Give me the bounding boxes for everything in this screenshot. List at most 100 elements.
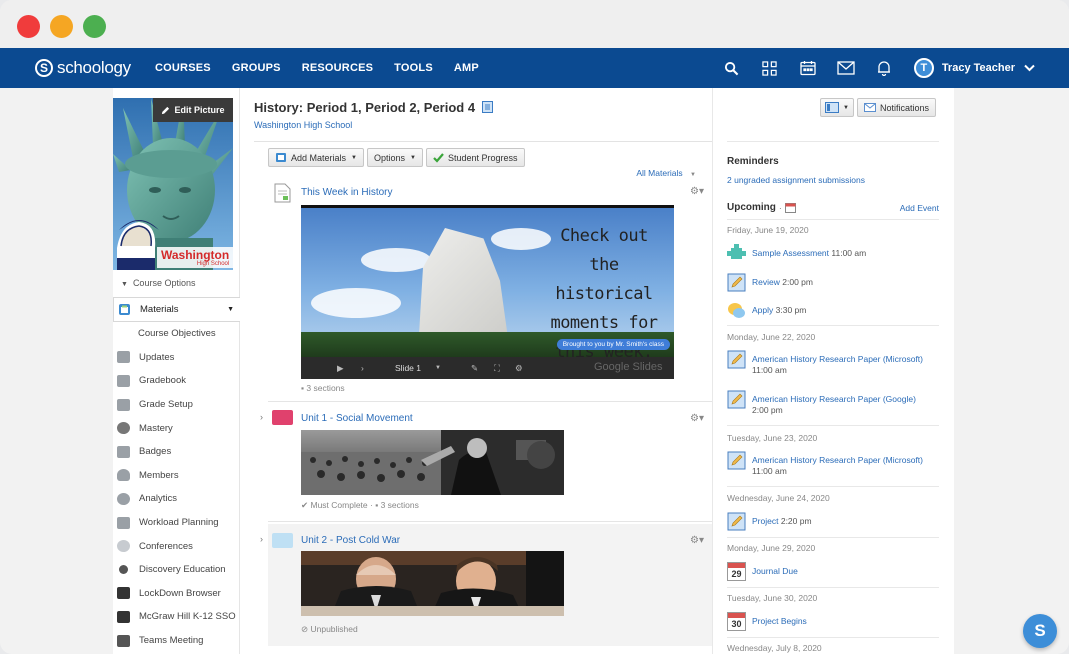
app-window: S schoology COURSES GROUPS RESOURCES TOO… <box>0 0 1069 654</box>
folder-title[interactable]: Unit 1 - Social Movement <box>301 413 413 424</box>
caret-down-icon: ▼ <box>843 104 849 111</box>
materials-area: History: Period 1, Period 2, Period 4 Wa… <box>254 88 712 654</box>
event-time: 11:00 am <box>831 248 867 258</box>
sections-count: 3 sections <box>380 500 419 510</box>
reminders-section: Reminders 2 ungraded assignment submissi… <box>727 156 939 185</box>
all-materials-label: All Materials <box>636 168 683 178</box>
play-icon[interactable]: ▶ <box>337 363 344 374</box>
menu-item-members[interactable]: Members <box>113 464 240 488</box>
settings-icon[interactable]: ⚙ <box>515 363 523 374</box>
menu-item-gradebook[interactable]: Gradebook <box>113 369 240 393</box>
menu-item-label: LockDown Browser <box>139 587 221 599</box>
ungraded-submissions-link[interactable]: 2 ungraded assignment submissions <box>727 175 939 185</box>
menu-item-conferences[interactable]: Conferences <box>113 534 240 558</box>
student-progress-button[interactable]: Student Progress <box>425 148 525 167</box>
event-item[interactable]: American History Research Paper (Microso… <box>727 451 923 477</box>
slide-selector[interactable]: Slide 1 <box>395 363 421 373</box>
expand-icon[interactable]: › <box>260 534 263 544</box>
course-options-toggle[interactable]: ▼ Course Options <box>121 278 195 288</box>
date-heading: Friday, June 19, 2020 <box>727 225 809 235</box>
user-menu[interactable]: T Tracy Teacher <box>913 58 1035 78</box>
caret-down-icon: ▼ <box>351 154 357 161</box>
add-event-link[interactable]: Add Event <box>900 203 939 213</box>
expand-icon[interactable]: › <box>260 412 263 422</box>
checkmark-icon <box>433 152 444 163</box>
nav-resources[interactable]: RESOURCES <box>302 62 373 74</box>
menu-item-discovery-education[interactable]: Discovery Education <box>113 558 240 582</box>
minimize-window-button[interactable] <box>50 15 73 38</box>
divider <box>268 401 712 402</box>
mcgraw-icon <box>117 610 130 623</box>
event-item[interactable]: Sample Assessment 11:00 am <box>727 244 866 263</box>
gear-icon[interactable]: ⚙▾ <box>690 535 704 546</box>
divider <box>268 521 712 522</box>
publish-status: ⊘ Unpublished <box>301 624 358 634</box>
gear-icon[interactable]: ⚙▾ <box>690 413 704 424</box>
mail-icon[interactable] <box>836 58 856 78</box>
event-item[interactable]: American History Research Paper (Google)… <box>727 390 916 416</box>
cloud-shape <box>361 248 431 272</box>
search-icon[interactable] <box>722 58 742 78</box>
event-item[interactable]: 30 Project Begins <box>727 612 807 631</box>
course-info-icon[interactable] <box>481 101 493 113</box>
menu-item-course-objectives[interactable]: Course Objectives <box>113 322 240 346</box>
school-link[interactable]: Washington High School <box>254 120 352 130</box>
caret-down-icon: ▼ <box>435 365 441 371</box>
menu-item-label: Updates <box>139 351 175 363</box>
menu-item-label: McGraw Hill K-12 SSO <box>139 611 236 623</box>
schoology-logo[interactable]: S schoology <box>35 57 131 79</box>
notifications-button[interactable]: Notifications <box>856 98 936 117</box>
event-time: 2:20 pm <box>780 516 812 526</box>
apps-grid-icon[interactable] <box>760 58 780 78</box>
upcoming-header: Upcoming · Add Event <box>727 202 939 213</box>
nav-amp[interactable]: AMP <box>454 62 479 74</box>
event-item[interactable]: Review 2:00 pm <box>727 273 813 292</box>
bell-icon[interactable] <box>874 58 894 78</box>
next-icon[interactable]: › <box>361 363 364 373</box>
event-title: Project <box>752 516 779 526</box>
folder-icon <box>272 410 293 425</box>
course-view-button[interactable]: ▼ <box>820 98 854 117</box>
menu-item-materials[interactable]: Materials ▼ <box>113 297 240 322</box>
menu-item-lockdown-browser[interactable]: LockDown Browser <box>113 582 240 606</box>
event-item[interactable]: 29 Journal Due <box>727 562 798 581</box>
pen-icon[interactable]: ✎ <box>471 363 478 374</box>
calendar-small-icon[interactable] <box>784 202 796 213</box>
google-slides-embed[interactable]: Check out the historical moments for thi… <box>301 205 674 379</box>
menu-item-teams-meeting[interactable]: Teams Meeting <box>113 629 240 653</box>
menu-item-workload-planning[interactable]: Workload Planning <box>113 511 240 535</box>
folder-title[interactable]: Unit 2 - Post Cold War <box>301 535 400 546</box>
caret-down-icon[interactable]: ▼ <box>227 306 234 313</box>
options-button[interactable]: Options ▼ <box>366 148 423 167</box>
menu-item-mastery[interactable]: Mastery <box>113 416 240 440</box>
menu-item-grade-setup[interactable]: Grade Setup <box>113 393 240 417</box>
course-profile-picture[interactable]: Edit Picture Washington High School <box>113 98 233 270</box>
all-materials-filter[interactable]: All Materials ▼ <box>636 168 696 178</box>
nav-courses[interactable]: COURSES <box>155 62 211 74</box>
nav-groups[interactable]: GROUPS <box>232 62 281 74</box>
fullscreen-icon[interactable]: ⛶ <box>494 363 500 374</box>
add-materials-button[interactable]: Add Materials ▼ <box>268 148 364 167</box>
menu-item-updates[interactable]: Updates <box>113 346 240 370</box>
menu-item-label: Analytics <box>139 493 178 505</box>
menu-item-badges[interactable]: Badges <box>113 440 240 464</box>
caret-down-icon: ▼ <box>690 172 696 178</box>
material-title[interactable]: This Week in History <box>301 187 393 198</box>
event-item[interactable]: Apply 3:30 pm <box>727 301 806 320</box>
slide-credit: Brought to you by Mr. Smith's class <box>556 339 670 350</box>
gear-icon[interactable]: ⚙▾ <box>690 186 704 197</box>
zoom-window-button[interactable] <box>83 15 106 38</box>
nav-tools[interactable]: TOOLS <box>394 62 433 74</box>
conferences-icon <box>117 540 130 553</box>
calendar-icon[interactable] <box>798 58 818 78</box>
assignment-icon <box>727 273 746 292</box>
edit-picture-button[interactable]: Edit Picture <box>153 98 233 122</box>
event-item[interactable]: American History Research Paper (Microso… <box>727 350 923 376</box>
event-item[interactable]: Project 2:20 pm <box>727 512 812 531</box>
divider <box>727 325 939 326</box>
menu-item-analytics[interactable]: Analytics <box>113 487 240 511</box>
event-title: Sample Assessment <box>752 248 830 258</box>
close-window-button[interactable] <box>17 15 40 38</box>
support-chat-button[interactable]: S <box>1023 614 1057 648</box>
menu-item-mcgraw-hill[interactable]: McGraw Hill K-12 SSO <box>113 605 240 629</box>
